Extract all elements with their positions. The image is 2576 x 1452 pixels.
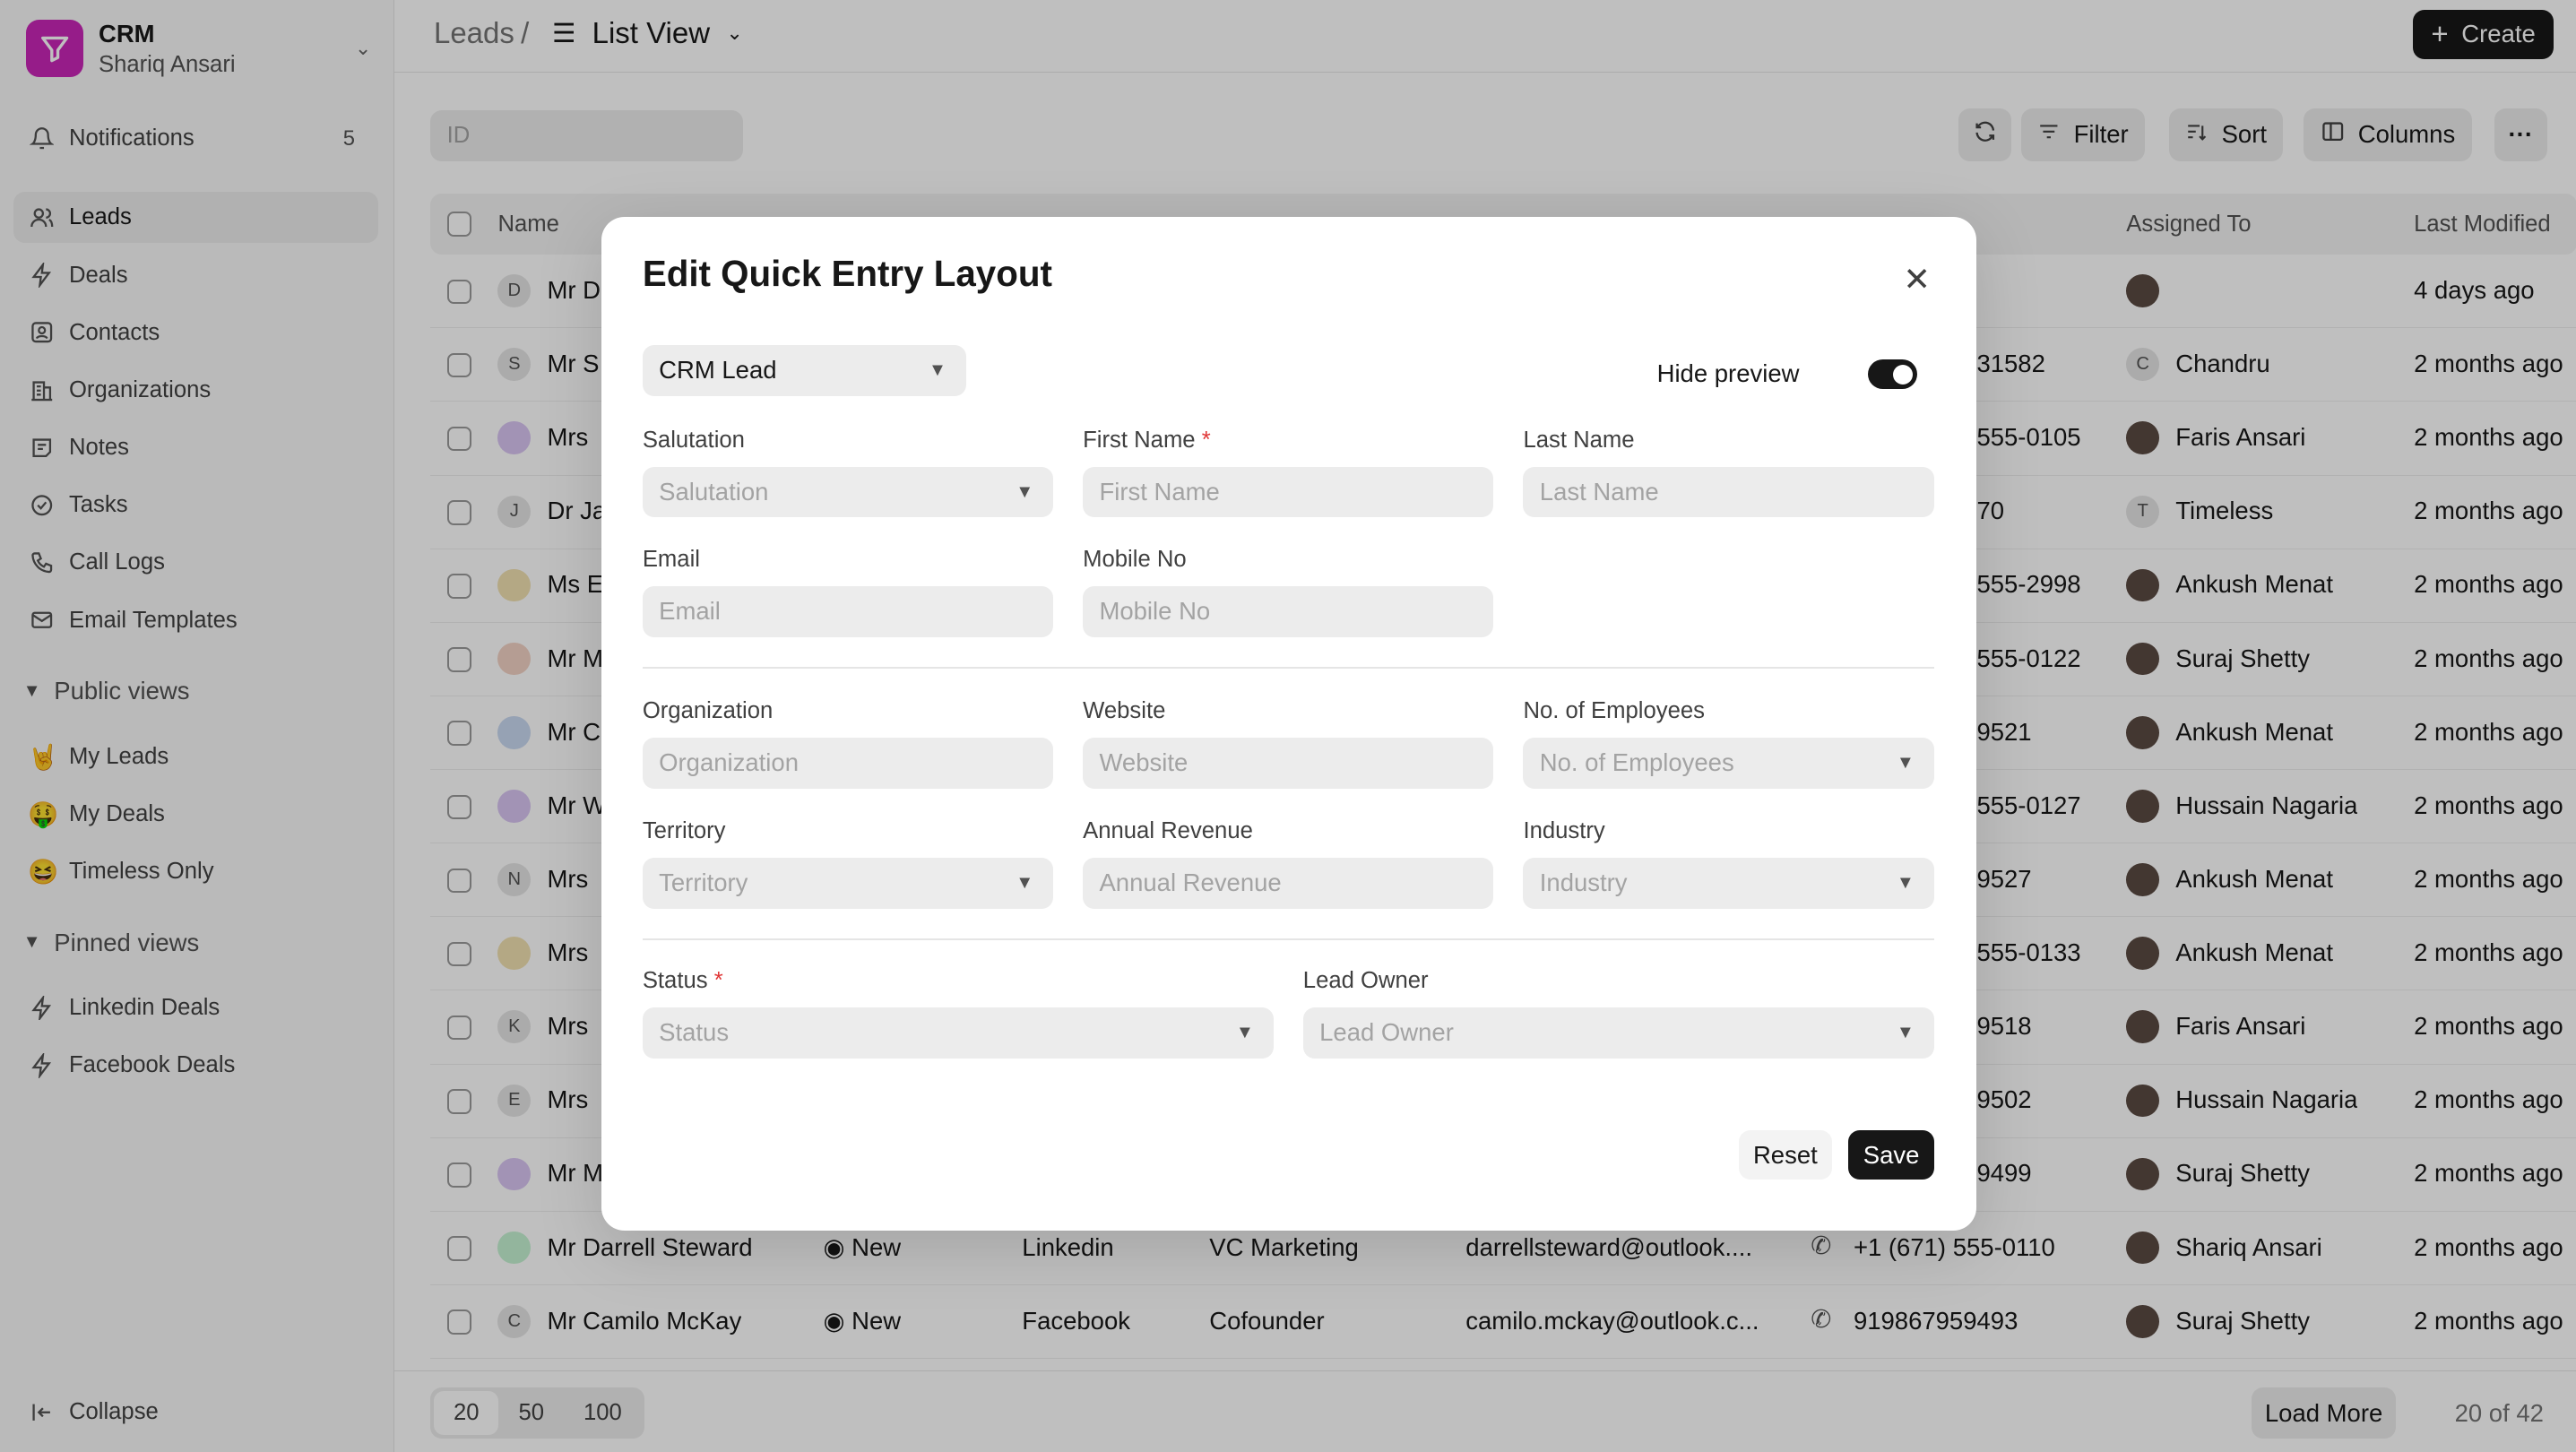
employees-select[interactable]: No. of Employees ▼ — [1523, 738, 1934, 789]
last-name-label: Last Name — [1523, 427, 1635, 453]
last-name-field[interactable]: Last Name — [1523, 466, 1934, 518]
hide-preview-toggle[interactable] — [1868, 359, 1918, 390]
layout-select-value: CRM Lead — [659, 355, 777, 384]
territory-select[interactable]: Territory ▼ — [642, 857, 1054, 909]
lead-owner-label: Lead Owner — [1302, 967, 1429, 993]
chevron-down-icon: ▼ — [1016, 481, 1034, 502]
email-field[interactable]: Email — [642, 586, 1054, 638]
first-name-label-text: First Name — [1083, 427, 1196, 453]
chevron-down-icon: ▼ — [1896, 753, 1915, 774]
layout-doctype-select[interactable]: CRM Lead ▼ — [642, 344, 966, 396]
edit-quick-entry-dialog: Edit Quick Entry Layout ✕ CRM Lead ▼ Hid… — [601, 216, 1977, 1232]
save-button[interactable]: Save — [1848, 1130, 1934, 1180]
lead-owner-placeholder: Lead Owner — [1319, 1017, 1454, 1046]
close-icon[interactable]: ✕ — [1903, 260, 1931, 298]
reset-button[interactable]: Reset — [1738, 1130, 1833, 1180]
status-select[interactable]: Status ▼ — [642, 1007, 1274, 1059]
chevron-down-icon: ▼ — [1896, 1022, 1915, 1042]
salutation-select[interactable]: Salutation ▼ — [642, 466, 1054, 518]
industry-select[interactable]: Industry ▼ — [1523, 857, 1934, 909]
first-name-label: First Name * — [1083, 428, 1211, 454]
dialog-title: Edit Quick Entry Layout — [642, 253, 1052, 295]
first-name-field[interactable]: First Name — [1083, 466, 1494, 518]
mobile-label: Mobile No — [1083, 547, 1187, 573]
status-label-text: Status — [642, 967, 708, 993]
industry-label: Industry — [1523, 817, 1605, 843]
industry-placeholder: Industry — [1539, 868, 1628, 896]
territory-label: Territory — [642, 817, 726, 843]
annual-revenue-label: Annual Revenue — [1083, 817, 1253, 843]
chevron-down-icon: ▼ — [1235, 1022, 1254, 1042]
section-divider — [642, 938, 1934, 940]
annual-revenue-field[interactable]: Annual Revenue — [1083, 857, 1494, 909]
status-placeholder: Status — [659, 1017, 730, 1046]
website-field[interactable]: Website — [1083, 738, 1494, 789]
required-mark: * — [713, 967, 723, 993]
mobile-field[interactable]: Mobile No — [1083, 586, 1494, 638]
employees-label: No. of Employees — [1523, 698, 1705, 724]
salutation-label: Salutation — [642, 427, 745, 453]
chevron-down-icon: ▼ — [929, 359, 947, 380]
status-label: Status * — [643, 968, 723, 994]
organization-field[interactable]: Organization — [642, 738, 1054, 789]
section-divider — [642, 667, 1934, 670]
employees-placeholder: No. of Employees — [1539, 748, 1734, 777]
required-mark: * — [1201, 427, 1211, 453]
email-label: Email — [642, 547, 700, 573]
chevron-down-icon: ▼ — [1896, 872, 1915, 893]
territory-placeholder: Territory — [659, 868, 748, 896]
website-label: Website — [1083, 698, 1166, 724]
hide-preview-label: Hide preview — [1656, 359, 1800, 388]
chevron-down-icon: ▼ — [1016, 872, 1034, 893]
organization-label: Organization — [642, 698, 774, 724]
salutation-placeholder: Salutation — [659, 477, 769, 506]
lead-owner-select[interactable]: Lead Owner ▼ — [1302, 1007, 1934, 1059]
